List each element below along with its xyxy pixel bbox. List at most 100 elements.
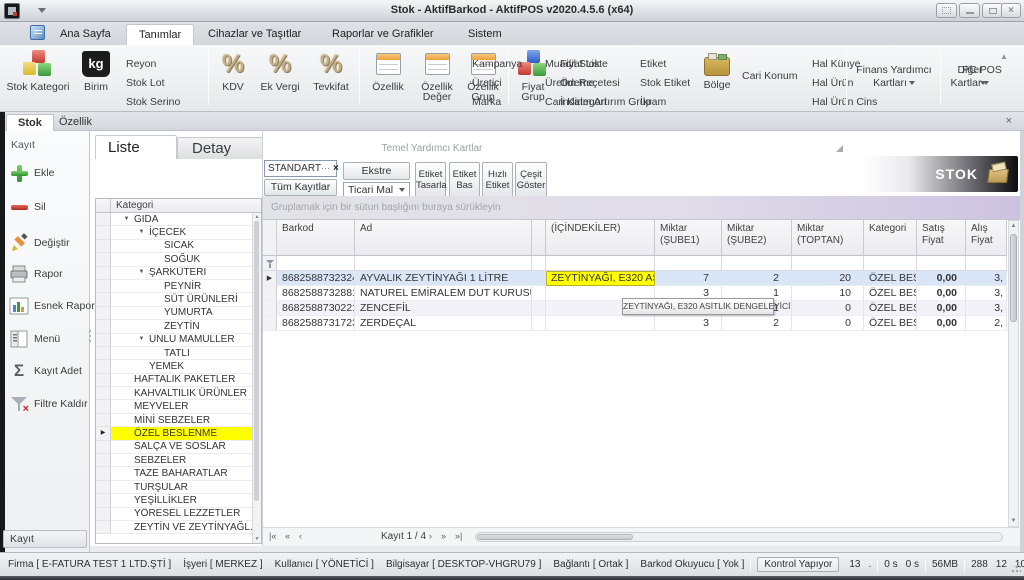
collapse-ribbon-icon[interactable]: ▲ [1000,52,1008,61]
col-header-ad[interactable]: Ad [355,220,532,256]
tree-item[interactable]: SEBZELER [96,454,252,467]
muadil-stok-button[interactable]: Muadil Stok [545,55,620,74]
sil-button[interactable]: Sil [9,195,89,219]
tab-cihazlar[interactable]: Cihazlar ve Taşıtlar [196,24,313,45]
tree-item[interactable]: ▼ŞARKÜTERİ [96,267,252,280]
ek-vergi-button[interactable]: % Ek Vergi [256,48,304,93]
tree-item[interactable]: SÜT ÜRÜNLERİ [96,293,252,306]
view-tab-liste[interactable]: Liste [95,135,177,159]
uretim-recetesi-button[interactable]: Üretim Reçetesi [545,74,620,93]
scroll-down-icon[interactable]: ▼ [253,536,261,542]
group-dialog-launcher-icon[interactable] [836,145,843,152]
degistir-button[interactable]: Değiştir [9,231,89,255]
tab-close-icon[interactable]: × [1006,115,1012,127]
esnek-rapor-button[interactable]: Esnek Rapor [9,294,89,318]
tab-ana-sayfa[interactable]: Ana Sayfa [48,24,123,45]
splitter-handle[interactable] [88,330,91,352]
grid-vertical-scrollbar[interactable]: ▲ ▼ [1008,220,1019,527]
hizli-etiket-button[interactable]: Hızlı Etiket [482,162,513,198]
stok-serino-button[interactable]: Stok Serino [126,93,180,112]
tree-item[interactable]: TAZE BAHARATLAR [96,467,252,480]
clear-layout-icon[interactable]: × [333,161,339,176]
tree-item[interactable]: PEYNİR [96,280,252,293]
scrollbar-thumb[interactable] [477,534,633,540]
ozellik-button[interactable]: Özellik [364,48,412,93]
marka-button[interactable]: Marka [472,93,522,112]
filtre-kaldir-button[interactable]: × Filtre Kaldır [9,392,89,416]
layout-selector[interactable]: STANDART ··· × [264,160,337,177]
tree-item[interactable]: SALÇA VE SOSLAR [96,441,252,454]
col-header-satis-fiyat[interactable]: Satış Fiyat [917,220,966,256]
tree-header-label[interactable]: Kategori [111,199,261,212]
stok-kategori-button[interactable]: Stok Kategori [6,48,70,93]
col-header-miktar-sube1[interactable]: Miktar (ŞUBE1) [655,220,722,256]
tab-raporlar[interactable]: Raporlar ve Grafikler [320,24,445,45]
scroll-down-icon[interactable]: ▼ [1009,518,1018,524]
cesit-goster-button[interactable]: Çeşit Göster [515,162,547,198]
filter-cell[interactable] [917,256,966,271]
ikram-button[interactable]: İkram [640,93,690,112]
minimize-button[interactable] [959,3,980,18]
tree-item[interactable]: SICAK [96,240,252,253]
cari-kategori-button[interactable]: Cari Kategori [545,93,620,112]
expander-icon[interactable]: ▼ [119,213,134,226]
tum-kayitlar-button[interactable]: Tüm Kayıtlar [264,179,337,196]
grid-row-selected[interactable]: ▶ 8682588732324 AYVALIK ZEYTİNYAĞI 1 LİT… [263,271,1007,286]
pc-pos-button[interactable]: PC POS [960,64,1004,90]
fullscreen-button[interactable] [936,3,957,18]
etiket-tasarla-button[interactable]: Etiket Tasarla [415,162,446,198]
pager-prev-page-icon[interactable]: « [285,531,290,541]
grid-filter-row[interactable] [263,256,1007,271]
pager-next-icon[interactable]: › [429,531,432,541]
filter-cell[interactable] [355,256,532,271]
tree-item[interactable]: TURŞULAR [96,481,252,494]
tree-item[interactable]: HAFTALIK PAKETLER [96,374,252,387]
pager-prev-icon[interactable]: ‹ [299,531,302,541]
birim-button[interactable]: kg Birim [74,48,118,93]
ekle-button[interactable]: Ekle [9,161,89,185]
grid-horizontal-scrollbar[interactable] [475,532,1003,542]
filter-cell[interactable] [792,256,864,271]
uretici-button[interactable]: Üretici [472,74,522,93]
filter-cell[interactable] [655,256,722,271]
scrollbar-thumb[interactable] [254,221,259,501]
tree-item[interactable]: KAHVALTILIK ÜRÜNLER [96,387,252,400]
tree-item[interactable]: ▼UNLU MAMULLER [96,334,252,347]
doc-tab-stok[interactable]: Stok [6,114,54,131]
tree-item[interactable]: TATLI [96,347,252,360]
more-dots-icon[interactable]: ··· [321,161,330,176]
tab-tanimlar[interactable]: Tanımlar [126,24,194,45]
grid-group-panel[interactable]: Gruplamak için bir sütun başlığını buray… [263,196,1020,220]
resize-grip[interactable] [1011,563,1021,573]
col-header-icindekiler[interactable]: (İÇİNDEKİLER) [546,220,655,256]
sidebar-footer-kayit[interactable]: Kayıt [3,530,87,548]
filter-cell[interactable] [277,256,355,271]
pager-last-icon[interactable]: »| [455,531,462,541]
filter-cell[interactable] [722,256,792,271]
reyon-button[interactable]: Reyon [126,55,180,74]
filter-cell[interactable] [966,256,1007,271]
finans-yardimci-kartlari-button[interactable]: Finans Yardımcı Kartları [850,64,938,90]
filter-cell[interactable] [546,256,655,271]
hal-urun-cins-button[interactable]: Hal Ürün Cins [812,93,877,112]
col-header-kategori[interactable]: Kategori [864,220,917,256]
kdv-button[interactable]: % KDV [213,48,253,93]
grid-row[interactable]: 8682588731723 ZERDEÇAL 3 2 0 ÖZEL BES...… [263,316,1007,331]
ozellik-deger-button[interactable]: Özellik Değer [414,48,460,102]
col-header-alis-fiyat[interactable]: Alış Fiyat [966,220,1007,256]
col-header-barkod[interactable]: Barkod [277,220,355,256]
tree-item[interactable]: YÖRESEL LEZZETLER [96,508,252,521]
pager-first-icon[interactable]: |« [269,531,276,541]
view-tab-detay[interactable]: Detay [177,137,263,159]
pager-next-page-icon[interactable]: » [441,531,446,541]
col-header-miktar-sube2[interactable]: Miktar (ŞUBE2) [722,220,792,256]
tree-item[interactable]: ZEYTİN [96,320,252,333]
scroll-up-icon[interactable]: ▲ [253,214,261,220]
menu-button[interactable]: Menü [9,327,89,351]
tree-item[interactable]: YEŞİLLİKLER [96,494,252,507]
kampanya-button[interactable]: Kampanya [472,55,522,74]
stok-etiket-button[interactable]: Stok Etiket [640,74,690,93]
tevkifat-button[interactable]: % Tevkifat [307,48,355,93]
etiket-bas-button[interactable]: Etiket Bas [449,162,480,198]
tree-item-selected[interactable]: ▶ÖZEL BESLENME [96,427,252,440]
